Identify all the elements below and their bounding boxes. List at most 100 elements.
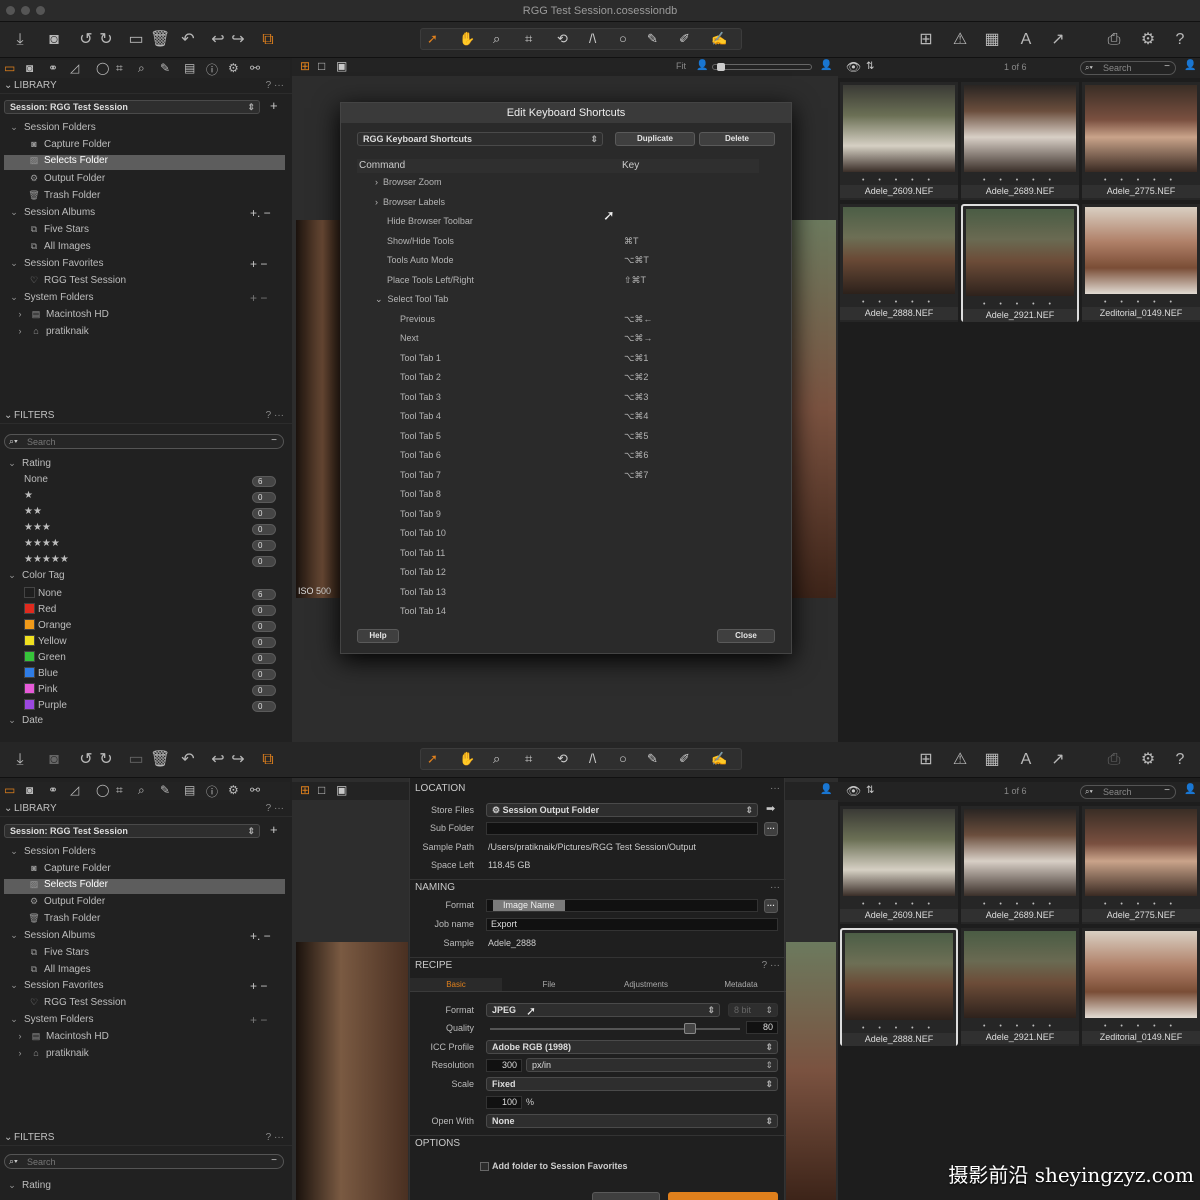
single-view-icon[interactable]: □	[318, 783, 325, 797]
thumbnail[interactable]: • • • • • Adele_2689.NEF	[961, 82, 1079, 200]
local-tab-icon[interactable]: ✎	[160, 61, 170, 75]
crop-icon[interactable]: ⌗	[525, 31, 532, 47]
thumbnail[interactable]: • • • • • Adele_2775.NEF	[1082, 806, 1200, 924]
shortcut-row[interactable]: Tool Tab 8	[400, 489, 441, 499]
add-remove-icon[interactable]: +. −	[250, 929, 271, 943]
proof-view-icon[interactable]: ▣	[336, 783, 347, 797]
output-tab-icon[interactable]: ▤	[184, 783, 195, 797]
grid-view-icon[interactable]: ⊞	[916, 750, 936, 770]
album-all-images[interactable]: ⧉ All Images	[28, 241, 91, 256]
more-icon[interactable]: ···	[770, 882, 780, 893]
star-rating[interactable]: • • • • •	[1082, 177, 1200, 184]
folder-icon[interactable]: ▭	[126, 750, 146, 770]
command-column[interactable]: Command	[359, 160, 405, 171]
session-folders-group[interactable]: ⌄ Session Folders	[8, 846, 95, 861]
thumbnail[interactable]: • • • • • Adele_2888.NEF	[840, 928, 958, 1046]
multi-view-icon[interactable]: ⊞	[300, 59, 310, 73]
thumbnail[interactable]: • • • • • Adele_2921.NEF	[961, 928, 1079, 1046]
rotate-icon[interactable]: ⟲	[557, 751, 568, 767]
shortcut-key[interactable]: ⌥⌘2	[624, 372, 648, 383]
bit-depth-select[interactable]: 8 bit	[728, 1003, 778, 1017]
thumbnail[interactable]: • • • • • Zeditorial_0149.NEF	[1082, 204, 1200, 322]
shortcut-row[interactable]: Show/Hide Tools	[387, 236, 454, 246]
image-name-token[interactable]: Image Name	[493, 900, 565, 911]
add-icon[interactable]: +	[270, 822, 278, 837]
disclosure-icon[interactable]: ›	[375, 197, 378, 207]
rating-filter-row[interactable]: ★	[24, 490, 33, 505]
zoom-icon[interactable]: ⌕	[493, 751, 500, 767]
add-remove-icon[interactable]: + −	[250, 979, 267, 993]
recipe-header[interactable]: RECIPE ? ···	[410, 957, 786, 971]
import-icon[interactable]: ⤓	[10, 30, 30, 50]
reset-icon[interactable]: ↶	[178, 750, 198, 770]
system-folders-group[interactable]: ⌄ System Folders	[8, 1014, 93, 1029]
folder-capture[interactable]: ◙ Capture Folder	[28, 863, 110, 878]
zoom-fit[interactable]: Fit	[676, 61, 686, 71]
shortcut-row[interactable]: › Browser Labels	[375, 197, 445, 207]
system-macintosh-hd[interactable]: › ▤ Macintosh HD	[14, 1031, 109, 1046]
shortcut-row[interactable]: Hide Browser Toolbar	[387, 216, 473, 226]
disclosure-icon[interactable]: ⌄	[375, 294, 383, 304]
grid-overlay-icon[interactable]: ▦	[982, 750, 1002, 770]
close-button[interactable]: Close	[717, 629, 775, 643]
metadata-tab-icon[interactable]: ⓘ	[206, 61, 218, 78]
delete-button[interactable]: Delete	[699, 132, 775, 146]
picker-icon[interactable]: ✐	[679, 751, 690, 767]
star-rating[interactable]: • • • • •	[961, 901, 1079, 908]
shortcut-row[interactable]: Tool Tab 5	[400, 431, 441, 441]
more-button[interactable]: ···	[764, 822, 778, 836]
capture-tab-icon[interactable]: ◙	[26, 783, 33, 797]
session-select[interactable]: Session: RGG Test Session	[4, 824, 260, 838]
rating-group[interactable]: ⌄ Rating	[6, 1180, 51, 1195]
reset-icon[interactable]: ↶	[178, 30, 198, 50]
quality-value[interactable]: 80	[746, 1021, 778, 1034]
help-icon[interactable]: ? ···	[266, 80, 284, 91]
help-icon[interactable]: ?	[1170, 750, 1190, 770]
shortcut-key[interactable]: ⌥⌘5	[624, 431, 648, 442]
brush-icon[interactable]: ✎	[647, 751, 658, 767]
warning-icon[interactable]: ⚠	[950, 30, 970, 50]
system-pratiknaik[interactable]: › ⌂ pratiknaik	[14, 326, 89, 341]
folder-selects[interactable]: ▨ Selects Folder	[4, 155, 285, 170]
exposure-tab-icon[interactable]: ◿	[70, 61, 79, 75]
album-all-images[interactable]: ⧉ All Images	[28, 964, 91, 979]
export-button[interactable]	[668, 1192, 778, 1200]
session-folders-group[interactable]: ⌄ Session Folders	[8, 122, 95, 137]
rating-filter-row[interactable]: None	[24, 474, 48, 489]
clear-icon[interactable]: −	[1164, 61, 1170, 72]
clear-icon[interactable]: −	[271, 1155, 277, 1166]
settings-icon[interactable]: ⚙	[1138, 30, 1158, 50]
select-cursor-icon[interactable]: ➚	[427, 31, 438, 47]
system-folders-group[interactable]: ⌄ System Folders	[8, 292, 93, 307]
shortcut-row[interactable]: Tool Tab 14	[400, 606, 446, 616]
library-header[interactable]: ⌄ LIBRARY ? ···	[0, 80, 292, 94]
help-icon[interactable]: ?	[1170, 30, 1190, 50]
add-remove-icon[interactable]: + −	[250, 291, 267, 305]
undo-icon[interactable]: ↩	[208, 750, 228, 770]
resolution-unit-select[interactable]: px/in	[526, 1058, 778, 1072]
camera-icon[interactable]: ◙	[44, 750, 64, 770]
details-tab-icon[interactable]: ⌕	[138, 61, 145, 76]
rating-filter-row[interactable]: ★★★	[24, 522, 51, 537]
grid-overlay-icon[interactable]: ▦	[982, 30, 1002, 50]
redo-icon[interactable]: ↪	[228, 30, 248, 50]
single-view-icon[interactable]: □	[318, 59, 325, 73]
folder-capture[interactable]: ◙ Capture Folder	[28, 139, 110, 154]
eye-icon[interactable]: 👁	[846, 784, 861, 798]
thumbnail[interactable]: • • • • • Adele_2689.NEF	[961, 806, 1079, 924]
go-to-folder-icon[interactable]: ➡	[766, 802, 775, 815]
help-icon[interactable]: ? ···	[266, 1132, 284, 1143]
add-remove-icon[interactable]: + −	[250, 1013, 267, 1027]
pan-icon[interactable]: ✋	[459, 751, 475, 767]
annotate-icon[interactable]: ✍	[711, 751, 727, 767]
metadata-tab-icon[interactable]: ⓘ	[206, 783, 218, 800]
job-name-field[interactable]: Export	[486, 918, 778, 931]
batch-tab-icon[interactable]: ⚙	[228, 61, 239, 75]
folder-output[interactable]: ⚙ Output Folder	[28, 896, 105, 911]
sort-icon[interactable]: ⇅	[866, 61, 874, 72]
brush-icon[interactable]: ✎	[647, 31, 658, 47]
undo-icon[interactable]: ↩	[208, 30, 228, 50]
layers-icon[interactable]: ⧉	[258, 30, 278, 50]
shortcut-key[interactable]: ⌥⌘6	[624, 450, 648, 461]
text-icon[interactable]: A	[1016, 750, 1036, 770]
